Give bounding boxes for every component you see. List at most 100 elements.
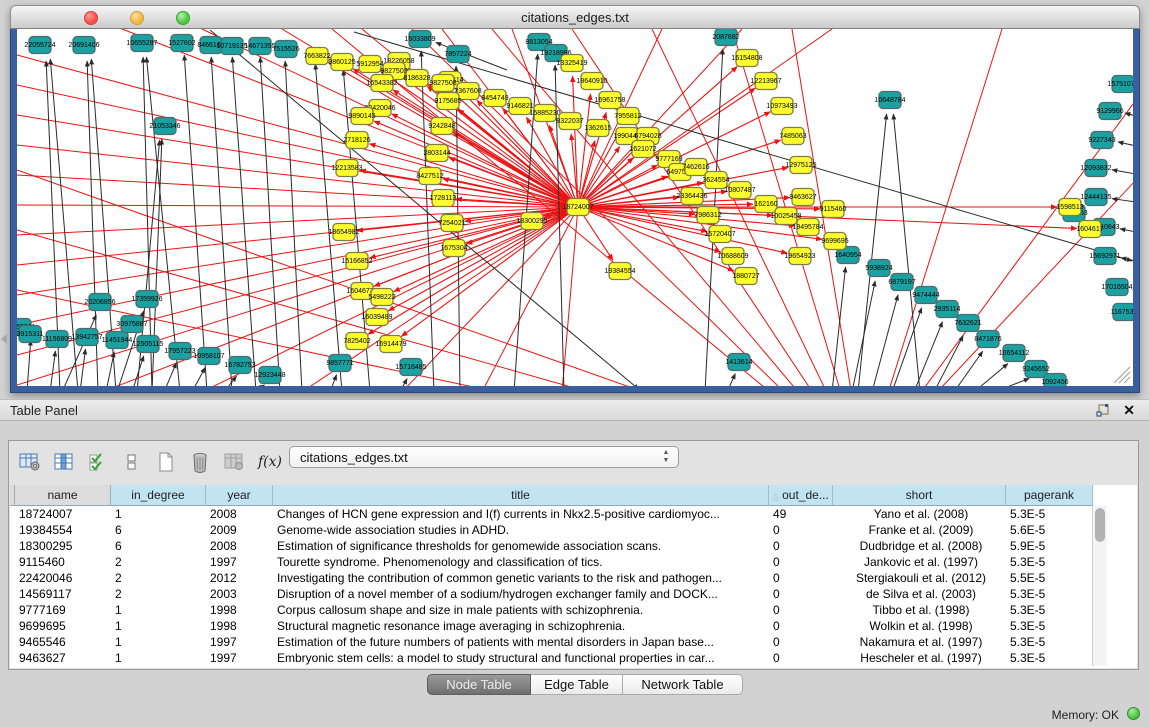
column-header-year[interactable]: year [206,485,273,506]
neighbor-node[interactable]: 18300295 [516,213,547,230]
network-node[interactable]: 8471876 [974,331,1001,348]
neighbor-node[interactable]: 1880727 [732,268,759,285]
network-node[interactable]: 15716485 [395,359,426,376]
neighbor-node[interactable]: 7485063 [779,128,806,145]
tab-network-table[interactable]: Network Table [623,674,743,695]
column-header-in_degree[interactable]: in_degree [111,485,206,506]
network-node[interactable]: 9857771 [326,355,353,372]
network-node[interactable]: 7857224 [444,46,471,63]
network-node[interactable]: 12444135 [1080,189,1111,206]
neighbor-node[interactable]: 2718126 [343,132,370,149]
neighbor-node[interactable]: 12975125 [785,157,816,174]
neighbor-node[interactable]: 9242848 [428,118,455,135]
network-node[interactable]: 9129966 [1096,103,1123,120]
table-settings-button[interactable] [17,449,43,475]
network-node[interactable]: 9474444 [912,287,939,304]
network-node[interactable]: 1092456 [1041,374,1068,387]
function-builder-icon[interactable]: f(x) [255,454,285,470]
table-row[interactable]: 946362711997Embryonic stem cells: a mode… [10,650,1137,666]
network-window-titlebar[interactable]: citations_edges.txt [10,5,1140,29]
network-node[interactable]: 11156809 [42,331,72,348]
neighbor-node[interactable]: 7254021 [438,215,465,232]
network-node[interactable]: 10655287 [126,35,157,52]
neighbor-node[interactable]: 8186328 [403,70,430,87]
table-row[interactable]: 1872400712008Changes of HCN gene express… [10,506,1137,522]
network-node[interactable]: 15692971 [1089,248,1120,265]
network-node[interactable]: 17359926 [131,291,162,308]
network-node[interactable]: 14671355 [244,38,275,55]
table-row[interactable]: 2242004622012Investigating the contribut… [10,570,1137,586]
neighbor-node[interactable]: 5498222 [368,289,395,306]
network-node[interactable]: 21053346 [149,118,180,135]
splitter-collapse-arrow[interactable] [1,334,7,344]
select-columns-button[interactable] [51,449,77,475]
neighbor-node[interactable]: 9890145 [348,108,375,125]
table-row[interactable]: 1456911722003Disruption of a novel membe… [10,586,1137,602]
neighbor-node[interactable]: 9175685 [434,93,461,110]
table-row[interactable]: 911546021997Tourette syndrome. Phenomeno… [10,554,1137,570]
network-node[interactable]: 2935114 [934,301,961,318]
network-node[interactable]: 2087682 [712,29,739,46]
neighbor-node[interactable]: 1362615 [584,120,611,137]
neighbor-node[interactable]: 15720407 [704,226,735,243]
column-header-name[interactable]: name [15,485,111,506]
neighbor-node[interactable]: 10688609 [717,248,748,265]
neighbor-node[interactable]: 19654923 [784,248,815,265]
neighbor-node[interactable]: 1604617 [1076,221,1103,238]
neighbor-node[interactable]: 23364436 [676,188,707,205]
network-node[interactable]: 30975887 [116,316,147,333]
neighbor-node[interactable]: 15166852 [341,253,372,270]
neighbor-node[interactable]: 10973493 [766,98,797,115]
neighbor-node[interactable]: 8427512 [416,168,443,185]
network-node[interactable]: 10648784 [874,92,905,109]
close-panel-icon[interactable]: ✕ [1123,402,1135,419]
network-node[interactable]: 17957223 [164,343,195,360]
neighbor-node[interactable]: 12213583 [331,160,362,177]
neighbor-node[interactable]: 9699695 [821,233,848,250]
neighbor-node[interactable]: 7986312 [694,207,721,224]
table-row[interactable]: 1830029562008Estimation of significance … [10,538,1137,554]
tab-node-table[interactable]: Node Table [427,674,531,695]
table-row[interactable]: 1938455462009Genome-wide association stu… [10,522,1137,538]
network-node[interactable]: 9227343 [1088,132,1115,149]
neighbor-node[interactable]: 3624554 [702,172,729,189]
network-node[interactable]: 10719135 [216,38,247,55]
network-node[interactable]: 12505115 [133,336,164,353]
scrollbar-thumb[interactable] [1095,508,1105,542]
neighbor-node[interactable]: 1728113 [430,190,457,207]
neighbor-node[interactable]: 16543382 [366,75,397,92]
network-node[interactable]: 10654112 [999,345,1030,362]
neighbor-node[interactable]: 18640910 [576,73,607,90]
neighbor-node[interactable]: 13325419 [556,55,587,72]
neighbor-node[interactable]: 1621072 [629,141,656,158]
rows-button[interactable] [119,449,145,475]
network-node[interactable]: 1167533 [1111,304,1133,321]
neighbor-node[interactable]: 9115460 [820,201,847,218]
network-node[interactable]: 17016504 [1101,279,1132,296]
hub-node[interactable]: 18724007 [562,199,593,216]
neighbor-node[interactable]: 16039489 [361,309,392,326]
float-window-icon[interactable] [1096,404,1109,422]
network-node[interactable]: 6879197 [888,274,915,291]
table-row[interactable]: 977716911998Corpus callosum shape and si… [10,602,1137,618]
new-document-button[interactable] [153,449,179,475]
neighbor-node[interactable]: 1598513 [1056,199,1083,216]
canvas-resize-grip[interactable] [1114,367,1130,383]
neighbor-node[interactable]: 9827508 [429,75,456,92]
neighbor-node[interactable]: 16154808 [731,50,762,67]
neighbor-node[interactable]: 18654982 [328,224,359,241]
neighbor-node[interactable]: 16914479 [375,336,406,353]
neighbor-node[interactable]: 10807487 [724,182,755,199]
network-node[interactable]: 5938924 [865,260,892,277]
network-node[interactable]: 1527602 [168,35,195,52]
checklist-button[interactable] [85,449,111,475]
delete-table-button[interactable] [221,449,247,475]
network-node[interactable]: 12093832 [1080,160,1111,177]
neighbor-node[interactable]: 16961758 [594,92,625,109]
network-node[interactable]: 11451944 [102,332,133,349]
network-node[interactable]: 15751074 [1107,76,1133,93]
network-node[interactable]: 3915311 [17,326,43,343]
column-header-out_de[interactable]: △out_de... [769,485,833,506]
column-header-title[interactable]: title [273,485,769,506]
neighbor-node[interactable]: 19384554 [604,263,635,280]
